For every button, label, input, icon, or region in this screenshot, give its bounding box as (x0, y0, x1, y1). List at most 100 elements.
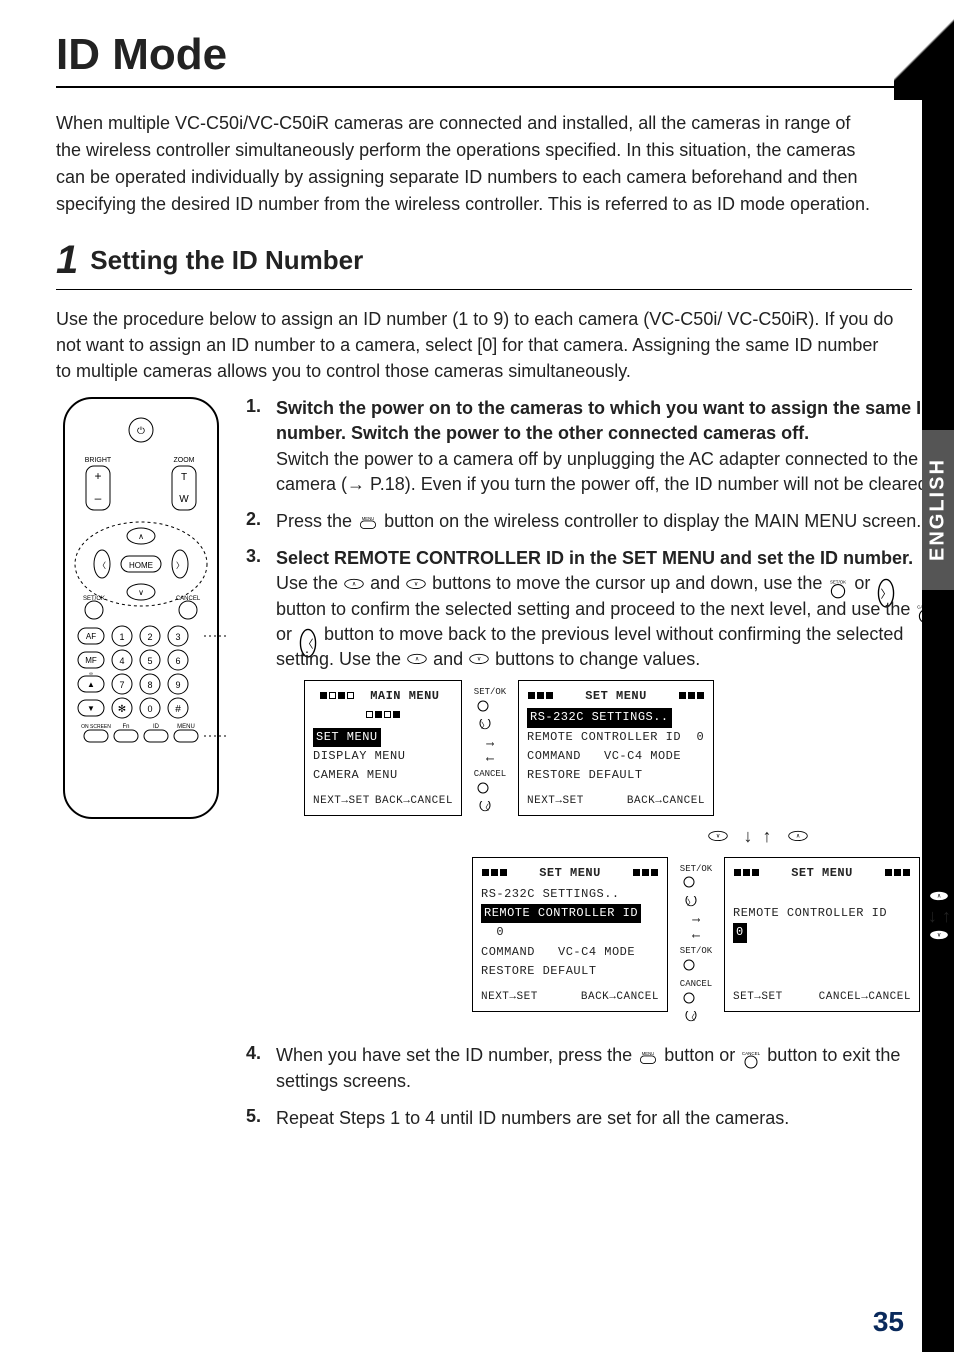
osd-main-item-1: DISPLAY MENU (313, 747, 453, 766)
svg-text:ZOOM: ZOOM (174, 457, 195, 464)
up-oval-icon: ∧ (343, 578, 365, 592)
svg-text:〈: 〈 (481, 803, 489, 813)
down-oval-icon: ∨ (468, 653, 490, 667)
osd-set2-i3: RESTORE DEFAULT (481, 962, 659, 981)
svg-text:4: 4 (119, 656, 124, 666)
svg-text:CANCEL: CANCEL (742, 1051, 761, 1056)
svg-text:MENU: MENU (362, 516, 374, 521)
osd-set3-title: SET MENU (791, 866, 853, 880)
right-oval-icon: 〉 (875, 578, 897, 592)
osd-main-menu: MAIN MENU SET MENU DISPLAY MENU CAMERA M… (304, 680, 462, 816)
osd-set3-foot-l: SET→SET (733, 989, 783, 1007)
s3e: button to confirm the selected setting a… (276, 599, 915, 619)
osd-set-menu-1: SET MENU RS-232C SETTINGS.. REMOTE CONTR… (518, 680, 714, 816)
osd-set-menu-3: SET MENU REMOTE CONTROLLER ID 0 SET→SET … (724, 857, 920, 1012)
osd-set2-i1: REMOTE CONTROLLER ID (481, 904, 641, 923)
svg-text:✻: ✻ (118, 704, 126, 715)
svg-text:3: 3 (175, 632, 180, 642)
svg-text:∨: ∨ (414, 581, 418, 587)
osd-set2-foot-l: NEXT→SET (481, 989, 538, 1007)
step-4: 4. When you have set the ID number, pres… (246, 1043, 951, 1093)
osd-main-item-0: SET MENU (313, 728, 381, 747)
svg-text:5: 5 (147, 656, 152, 666)
svg-text:∞: ∞ (89, 671, 93, 677)
step-number: 5. (246, 1106, 268, 1131)
svg-text:∨: ∨ (715, 834, 719, 840)
svg-text:HOME: HOME (129, 561, 153, 570)
step-3: 3. Select REMOTE CONTROLLER ID in the SE… (246, 546, 951, 1029)
step-5-head: Repeat Steps 1 to 4 until ID numbers are… (276, 1106, 789, 1131)
osd-main-foot-r: BACK→CANCEL (375, 793, 453, 811)
s3d: or (854, 573, 875, 593)
osd-set2-i0: RS-232C SETTINGS.. (481, 885, 659, 904)
osd-main-title: MAIN MENU (370, 689, 439, 703)
page-number: 35 (873, 1306, 904, 1338)
step-4-a: When you have set the ID number, press t… (276, 1045, 637, 1065)
svg-text:∧: ∧ (795, 834, 799, 840)
svg-text:0: 0 (147, 704, 152, 714)
svg-text:SET/OK: SET/OK (830, 579, 846, 584)
step-2-head-a: Press the (276, 511, 357, 531)
svg-text:〈: 〈 (98, 561, 106, 570)
step-3-head: Select REMOTE CONTROLLER ID in the SET M… (276, 548, 913, 568)
down-oval-icon: ∨ (405, 578, 427, 592)
setok-circle-icon: SET/OK (827, 578, 849, 592)
osd-set1-i1: REMOTE CONTROLLER ID (527, 730, 681, 744)
left-oval-icon: 〈 (297, 628, 319, 642)
svg-text:Fn: Fn (122, 724, 129, 730)
svg-text:〉: 〉 (176, 561, 184, 570)
svg-text:8: 8 (147, 680, 152, 690)
s3b: and (370, 573, 405, 593)
step-number: 4. (246, 1043, 268, 1093)
osd-set3-line: REMOTE CONTROLLER ID (733, 906, 887, 920)
osd-set1-i2-v: VC-C4 MODE (604, 749, 681, 763)
osd-set2-i1-v: 0 (496, 925, 504, 939)
svg-text:〈: 〈 (687, 1013, 695, 1023)
osd-main-item-2: CAMERA MENU (313, 766, 453, 785)
title-rule (56, 86, 896, 88)
svg-text:∨: ∨ (477, 657, 481, 663)
section-rule (56, 289, 912, 290)
svg-text:∨: ∨ (138, 588, 144, 597)
remote-illustration: ⏻ BRIGHT ZOOM + – T W HOME ∧ ∨ (56, 396, 226, 1143)
s3f: or (276, 624, 297, 644)
s3i: buttons to change values. (495, 649, 700, 669)
cancel-circle-icon: CANCEL (740, 1050, 762, 1064)
svg-text:▲: ▲ (87, 680, 95, 689)
step-2: 2. Press the MENU button on the wireless… (246, 509, 951, 534)
osd-set1-foot-l: NEXT→SET (527, 793, 584, 811)
language-tab: ENGLISH (922, 430, 954, 590)
step-number: 2. (246, 509, 268, 534)
svg-text:∨: ∨ (937, 933, 941, 939)
value-updown-icons: ∧ ↓ ↑ ∨ (928, 857, 951, 977)
svg-text:9: 9 (175, 680, 180, 690)
svg-text:1: 1 (119, 632, 124, 642)
osd-set2-i2: COMMAND (481, 945, 535, 959)
corner-notch (894, 0, 954, 100)
nav-legend: SET/OK 〉 ⟶ ⟵ CANCEL 〈 (470, 680, 510, 820)
page-title: ID Mode (56, 30, 914, 80)
menu-button-icon: MENU (357, 515, 379, 529)
osd-set-menu-2: SET MENU RS-232C SETTINGS.. REMOTE CONTR… (472, 857, 668, 1012)
svg-text:ID: ID (153, 724, 160, 730)
step-2-head-b: button on the wireless controller to dis… (384, 511, 921, 531)
svg-text:#: # (175, 704, 181, 715)
osd-main-foot-l: NEXT→SET (313, 793, 370, 811)
svg-text:MENU: MENU (642, 1051, 654, 1056)
step-1-head: Switch the power on to the cameras to wh… (276, 398, 934, 443)
step-number: 3. (246, 546, 268, 1029)
svg-text:6: 6 (175, 656, 180, 666)
osd-set1-i3: RESTORE DEFAULT (527, 766, 705, 785)
s3h: and (433, 649, 468, 669)
step-5: 5. Repeat Steps 1 to 4 until ID numbers … (246, 1106, 951, 1131)
osd-set1-i1-v: 0 (696, 730, 704, 744)
svg-text:+: + (94, 469, 101, 483)
svg-text:7: 7 (119, 680, 124, 690)
svg-text:〉: 〉 (687, 898, 695, 908)
s3c: buttons to move the cursor up and down, … (432, 573, 827, 593)
step-1: 1. Switch the power on to the cameras to… (246, 396, 951, 497)
remote-svg: ⏻ BRIGHT ZOOM + – T W HOME ∧ ∨ (56, 396, 226, 826)
osd-set2-title: SET MENU (539, 866, 601, 880)
svg-text:∧: ∧ (415, 657, 419, 663)
svg-text:⏻: ⏻ (137, 426, 145, 437)
